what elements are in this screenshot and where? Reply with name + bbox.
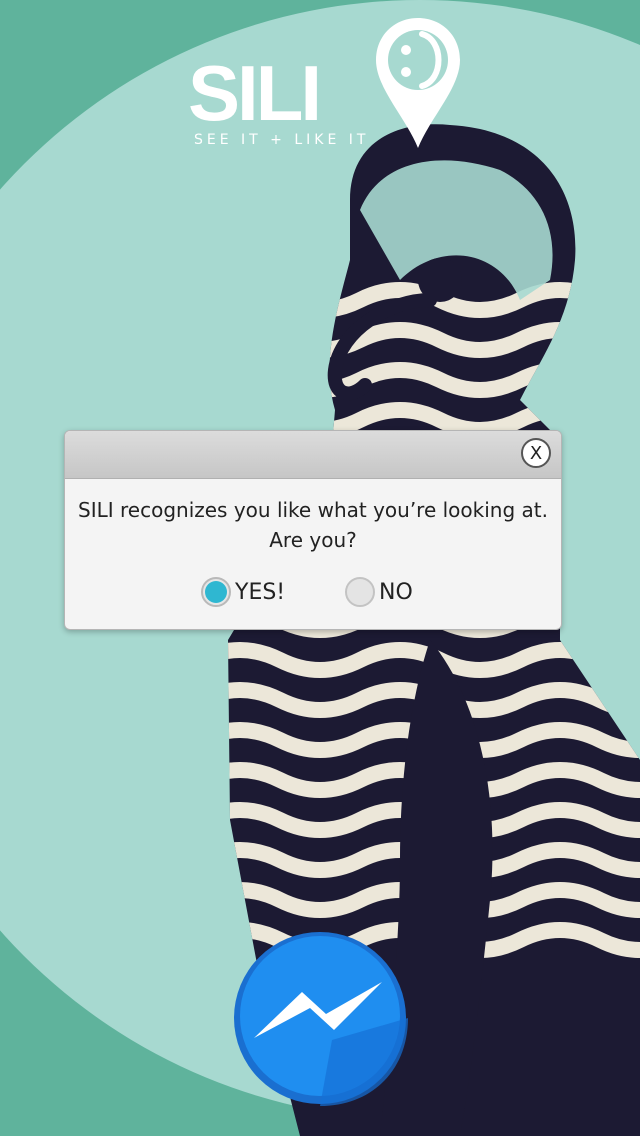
radio-yes[interactable] [201,577,231,607]
messenger-button[interactable] [232,930,408,1106]
sili-logo: SILI SEE IT + LIKE IT [188,14,468,164]
option-no[interactable]: NO [345,575,413,609]
option-no-label: NO [379,579,413,605]
option-yes-label: YES! [235,579,286,605]
app-screen: SILI SEE IT + LIKE IT X SILI recognizes … [0,0,640,1136]
dialog-header: X [65,431,561,479]
dialog-message: SILI recognizes you like what you’re loo… [65,495,561,555]
dialog-message-line2: Are you? [269,528,357,552]
location-pin-smiley-icon [376,18,460,148]
close-button[interactable]: X [521,438,551,468]
close-icon: X [529,442,543,464]
option-yes[interactable]: YES! [201,575,285,609]
radio-no[interactable] [345,577,375,607]
logo-wordmark: SILI [188,49,322,137]
like-prompt-dialog: X SILI recognizes you like what you’re l… [64,430,562,630]
answer-options: YES! NO [65,575,561,609]
logo-tagline: SEE IT + LIKE IT [194,132,370,148]
dialog-message-line1: SILI recognizes you like what you’re loo… [78,498,548,522]
